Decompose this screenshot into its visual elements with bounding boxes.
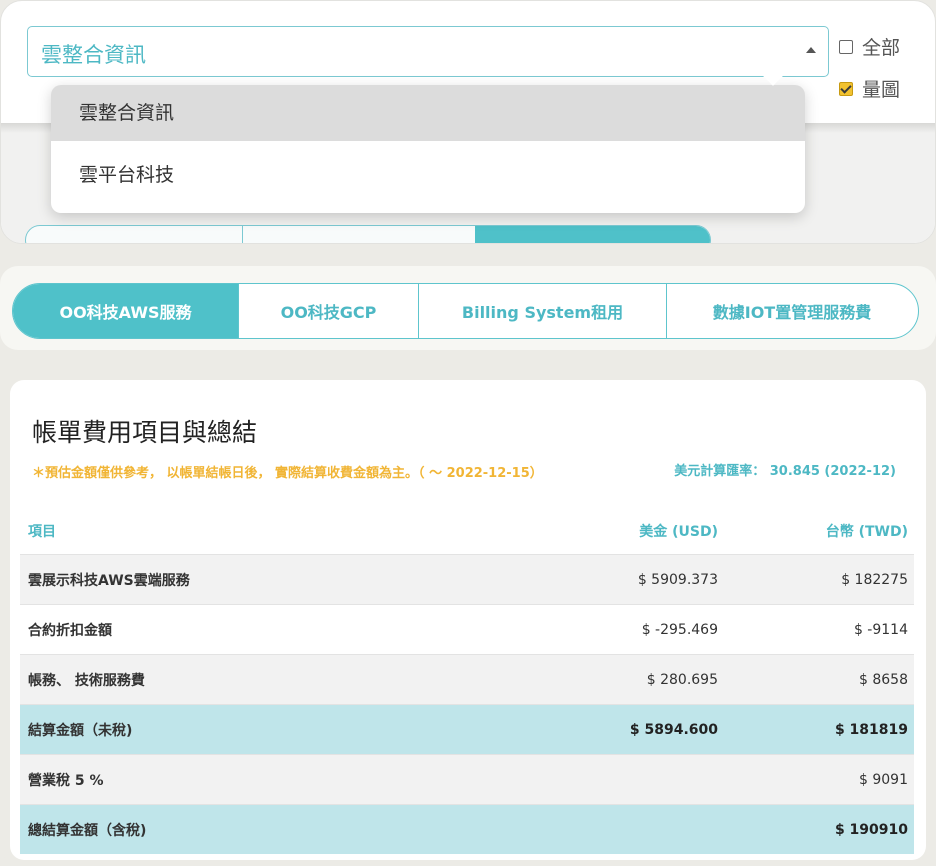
tab-billing-system[interactable]: Billing System租用 xyxy=(419,284,667,338)
tab-iot-management[interactable]: 數據IOT置管理服務費 xyxy=(667,284,917,338)
subtotal-row: 結算金額（未稅) $ 5894.600 $ 181819 xyxy=(20,704,914,754)
row-twd: $ 182275 xyxy=(841,571,908,588)
row-item: 合約折扣金額 xyxy=(28,622,112,639)
row-item: 結算金額（未稅) xyxy=(28,722,133,739)
tab-gcp[interactable]: OO科技GCP xyxy=(239,284,419,338)
row-twd: $ 8658 xyxy=(859,671,908,688)
company-select-value: 雲整合資訊 xyxy=(41,43,146,67)
row-usd: $ 5894.600 xyxy=(629,721,718,738)
total-row: 總結算金額（含稅) $ 190910 xyxy=(20,804,914,854)
checkbox-chart-label: 量圖 xyxy=(862,79,901,101)
header-usd: 美金 (USD) xyxy=(639,524,718,540)
checkbox-chart[interactable]: 量圖 xyxy=(839,75,900,102)
billing-table: 項目 美金 (USD) 台幣 (TWD) 雲展示科技AWS雲端服務 $ 5909… xyxy=(20,508,914,854)
service-tabs: OO科技AWS服務 OO科技GCP Billing System租用 數據IOT… xyxy=(12,283,919,339)
header-twd: 台幣 (TWD) xyxy=(825,524,908,540)
summary-title: 帳單費用項目與總結 xyxy=(32,418,258,447)
row-usd: $ 5909.373 xyxy=(637,571,718,588)
row-twd: $ 181819 xyxy=(834,721,908,738)
table-row: 雲展示科技AWS雲端服務 $ 5909.373 $ 182275 xyxy=(20,554,914,604)
table-header: 項目 美金 (USD) 台幣 (TWD) xyxy=(20,508,914,554)
row-usd: $ -295.469 xyxy=(641,621,718,638)
row-usd: $ 280.695 xyxy=(646,671,718,688)
row-twd: $ 190910 xyxy=(834,821,908,838)
table-row: 帳務、 技術服務費 $ 280.695 $ 8658 xyxy=(20,654,914,704)
checkbox-all[interactable]: 全部 xyxy=(839,33,900,60)
checkbox-all-label: 全部 xyxy=(862,37,901,59)
tax-row: 營業稅 5 % $ 9091 xyxy=(20,754,914,804)
billing-summary-panel: 帳單費用項目與總結 ＊預估金額僅供參考， 以帳單結帳日後， 實際結算收費金額為主… xyxy=(0,370,936,866)
header-item: 項目 xyxy=(28,524,56,540)
company-select[interactable]: 雲整合資訊 xyxy=(27,26,829,77)
caret-up-icon[interactable] xyxy=(806,47,816,53)
tab-aws[interactable]: OO科技AWS服務 xyxy=(13,284,239,338)
checkbox-icon[interactable] xyxy=(839,39,853,54)
estimate-note: ＊預估金額僅供參考， 以帳單結帳日後， 實際結算收費金額為主。（ ～ 2022-… xyxy=(32,466,543,481)
service-tabs-panel: OO科技AWS服務 OO科技GCP Billing System租用 數據IOT… xyxy=(0,266,936,350)
table-row: 合約折扣金額 $ -295.469 $ -9114 xyxy=(20,604,914,654)
company-dropdown-menu: 雲整合資訊 雲平台科技 xyxy=(51,85,805,213)
row-twd: $ 9091 xyxy=(859,771,908,788)
exchange-rate: 美元計算匯率： 30.845 (2022-12) xyxy=(674,464,896,479)
dropdown-option[interactable]: 雲整合資訊 xyxy=(51,85,805,141)
row-item: 雲展示科技AWS雲端服務 xyxy=(28,572,190,589)
checkbox-checked-icon[interactable] xyxy=(839,81,853,96)
row-twd: $ -9114 xyxy=(853,621,908,638)
dropdown-option[interactable]: 雲平台科技 xyxy=(51,143,805,207)
row-item: 帳務、 技術服務費 xyxy=(28,672,145,689)
row-item: 總結算金額（含稅) xyxy=(28,822,147,839)
hidden-tabs-peek xyxy=(25,225,711,243)
billing-summary-card: 帳單費用項目與總結 ＊預估金額僅供參考， 以帳單結帳日後， 實際結算收費金額為主… xyxy=(10,380,926,860)
row-item: 營業稅 5 % xyxy=(28,772,104,789)
company-selector-panel: 雲整合資訊 全部 量圖 雲整合資訊 雲平台科技 xyxy=(0,0,936,244)
